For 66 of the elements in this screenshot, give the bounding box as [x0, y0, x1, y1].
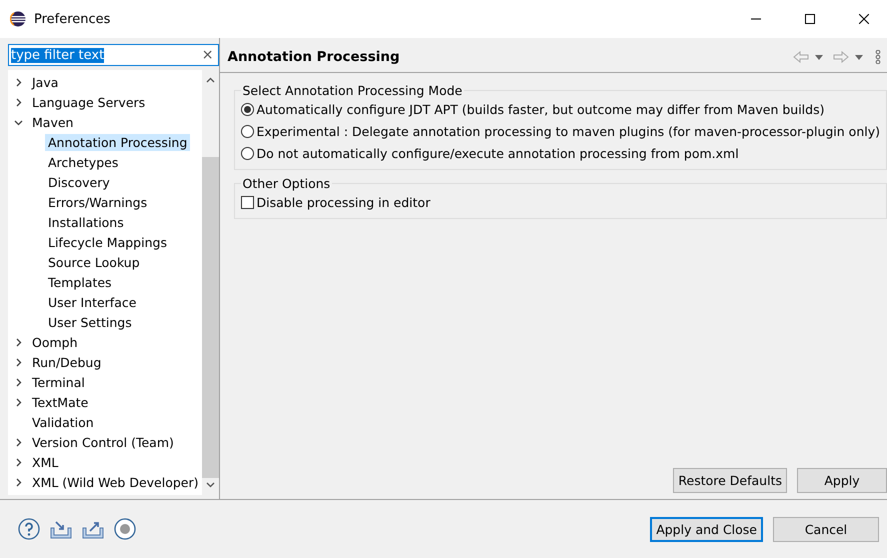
tree-item[interactable]: Java [29, 74, 62, 90]
tree-item[interactable]: Run/Debug [29, 354, 104, 370]
tree-item[interactable]: Maven [29, 114, 76, 130]
chevron-right-icon[interactable] [14, 458, 23, 466]
tree-item[interactable]: XML [29, 454, 62, 470]
chevron-right-icon[interactable] [14, 398, 23, 406]
dropdown-icon[interactable] [815, 54, 823, 60]
tree-item[interactable]: Annotation Processing [45, 134, 190, 150]
scroll-up-icon[interactable] [206, 76, 214, 85]
dropdown-icon[interactable] [855, 54, 863, 60]
group-title: Select Annotation Processing Mode [242, 83, 464, 98]
tree-item[interactable]: Templates [45, 274, 115, 290]
group-title: Other Options [242, 176, 332, 191]
tree-item[interactable]: User Settings [45, 314, 135, 330]
filter-text: type filter text [11, 48, 104, 62]
chevron-right-icon[interactable] [14, 358, 23, 366]
tree-item[interactable]: XML (Wild Web Developer) [29, 474, 202, 490]
cancel-button[interactable]: Cancel [773, 516, 879, 542]
record-icon[interactable] [114, 518, 136, 540]
chevron-right-icon[interactable] [14, 338, 23, 346]
tree-item[interactable]: Lifecycle Mappings [45, 234, 170, 250]
radio-option[interactable]: Experimental : Delegate annotation processing to maven plugins (for maven-processor-plugin only) [240, 120, 880, 142]
option-label: Experimental : Delegate annotation processing to maven plugins (for maven-processor-plugin only) [256, 124, 880, 138]
page-title: Annotation Processing [228, 49, 401, 65]
help-icon[interactable] [18, 518, 40, 540]
checkbox[interactable] [240, 196, 254, 208]
radio-button[interactable] [240, 102, 254, 116]
chevron-right-icon[interactable] [14, 478, 23, 486]
tree-item[interactable]: Terminal [29, 374, 88, 390]
tree-item[interactable]: Discovery [45, 174, 113, 190]
option-label: Do not automatically configure/execute annotation processing from pom.xml [256, 146, 739, 160]
radio-option[interactable]: Automatically configure JDT APT (builds faster, but outcome may differ from Maven builds) [240, 98, 880, 120]
export-icon[interactable] [82, 519, 104, 539]
tree-item[interactable]: Archetypes [45, 154, 122, 170]
filter-field[interactable]: type filter text × [8, 44, 218, 66]
menu-icon[interactable] [875, 50, 881, 64]
tree-item[interactable]: TextMate [29, 394, 92, 410]
chevron-right-icon[interactable] [14, 98, 23, 106]
checkbox-option[interactable]: Disable processing in editor [240, 191, 880, 213]
tree-item[interactable]: Validation [29, 414, 97, 430]
maximize-icon[interactable] [805, 14, 815, 24]
app-logo-icon [10, 11, 26, 27]
import-icon[interactable] [50, 519, 72, 539]
tree-item[interactable]: Source Lookup [45, 254, 143, 270]
tree-item[interactable]: Oomph [29, 334, 81, 350]
restore-defaults-button[interactable]: Restore Defaults [673, 468, 787, 493]
option-label: Disable processing in editor [256, 194, 430, 210]
radio-option[interactable]: Do not automatically configure/execute annotation processing from pom.xml [240, 142, 880, 164]
chevron-right-icon[interactable] [14, 78, 23, 86]
apply-button[interactable]: Apply [797, 468, 887, 493]
close-icon[interactable] [859, 14, 869, 24]
radio-button[interactable] [240, 146, 254, 160]
tree-item[interactable]: Version Control (Team) [29, 434, 177, 450]
chevron-right-icon[interactable] [14, 438, 23, 446]
radio-button[interactable] [240, 124, 254, 138]
tree-item[interactable]: Language Servers [29, 94, 148, 110]
chevron-right-icon[interactable] [14, 378, 23, 386]
apply-and-close-button[interactable]: Apply and Close [650, 516, 763, 542]
chevron-down-icon[interactable] [14, 118, 23, 126]
tree-item[interactable]: User Interface [45, 294, 140, 310]
window-title: Preferences [34, 12, 112, 26]
tree-item[interactable]: Installations [45, 214, 127, 230]
tree-item[interactable]: Errors/Warnings [45, 194, 150, 210]
scroll-down-icon[interactable] [206, 480, 214, 489]
option-label: Automatically configure JDT APT (builds faster, but outcome may differ from Maven builds) [256, 102, 824, 116]
clear-icon[interactable]: × [202, 47, 214, 63]
